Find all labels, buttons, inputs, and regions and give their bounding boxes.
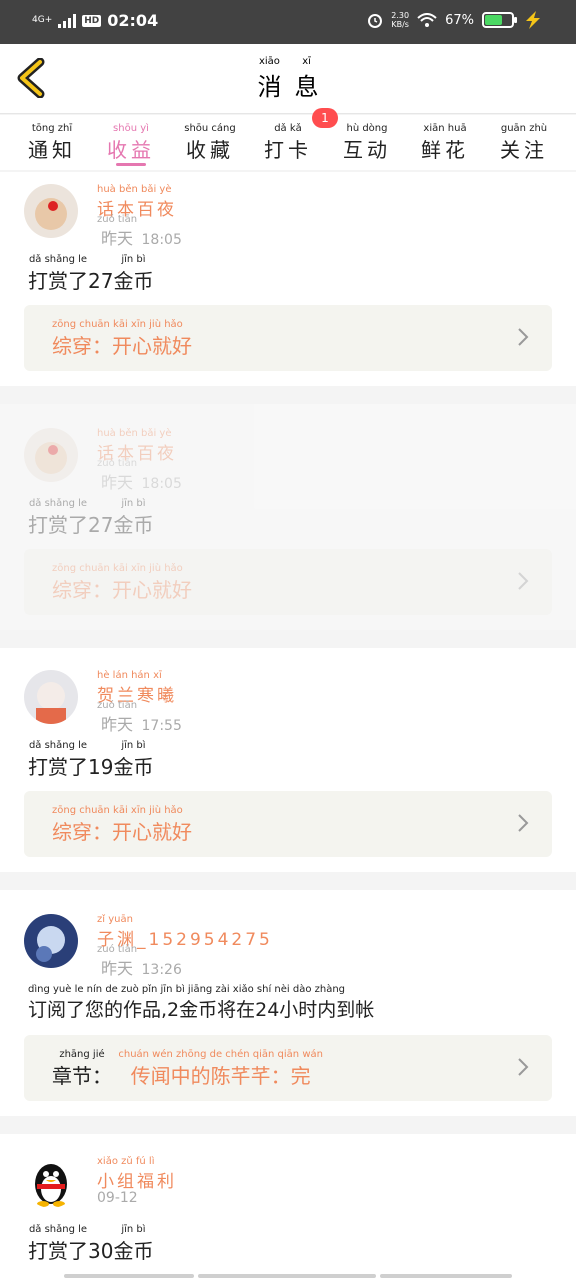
battery-percent: 67%	[445, 12, 474, 28]
message-text: dǎ shǎng le 打赏了 19 jīn bì 金币	[28, 740, 154, 779]
network-speed: 2.30 KB/s	[391, 11, 410, 29]
username[interactable]: xiǎo zǔ fú lì 小组福利	[97, 1156, 177, 1192]
timestamp: zuó tiān 昨天 17:55	[97, 700, 182, 734]
tab-follows[interactable]: guān zhù 关注	[489, 123, 559, 163]
network-type: 4G+	[32, 15, 53, 25]
chevron-right-icon	[518, 1058, 529, 1076]
message-card[interactable]: xiǎo zǔ fú lì 小组福利 09-12 dǎ shǎng le 打赏了 30…	[0, 1134, 576, 1280]
tab-checkin[interactable]: dǎ kǎ 打卡	[253, 123, 323, 163]
tab-favorites[interactable]: shōu cáng 收藏	[175, 123, 245, 163]
avatar[interactable]	[24, 914, 78, 968]
avatar[interactable]	[24, 428, 78, 482]
message-text: dǎ shǎng le 打赏了 30 jīn bì 金币	[28, 1224, 154, 1263]
tab-flowers[interactable]: xiān huā 鲜花	[410, 123, 480, 163]
work-title: zōng chuān kāi xīn jiù hǎo 综穿：开心就好	[52, 563, 192, 602]
tab-bar: tōng zhī 通知 shōu yì 收益 shōu cáng 收藏 dǎ kǎ 打卡…	[0, 115, 576, 170]
signal-icon	[58, 13, 77, 28]
message-text: dìng yuè le nín de zuò pǐn jīn bì jiāng …	[28, 984, 375, 1021]
clock: 02:04	[107, 11, 159, 30]
avatar[interactable]	[24, 184, 78, 238]
work-link[interactable]: zōng chuān kāi xīn jiù hǎo 综穿：开心就好	[24, 791, 552, 857]
message-card[interactable]: huà běn bǎi yè 话本百夜 zuó tiān 昨天 18:05 dǎ s…	[0, 172, 576, 386]
chevron-right-icon	[518, 814, 529, 832]
charging-bolt-icon	[526, 11, 540, 29]
tab-interactions[interactable]: hù dòng 互动	[332, 123, 402, 163]
message-card[interactable]: hè lán hán xī 贺兰寒曦 zuó tiān 昨天 17:55 dǎ sh…	[0, 648, 576, 872]
alarm-icon	[368, 14, 383, 28]
wifi-icon	[417, 13, 437, 27]
tab-earnings[interactable]: shōu yì 收益	[96, 123, 166, 163]
timestamp: 09-12	[97, 1190, 138, 1206]
hd-badge: HD	[82, 14, 102, 27]
app-header: xiāo 消 xī 息	[0, 44, 576, 114]
timestamp: zuó tiān 昨天 13:26	[97, 944, 182, 978]
work-link[interactable]: zōng chuān kāi xīn jiù hǎo 综穿：开心就好	[24, 305, 552, 371]
status-bar: 4G+ HD 02:04 2.30 KB/s 67%	[0, 0, 576, 44]
message-card[interactable]: huà běn bǎi yè 话本百夜 zuó tiān 昨天 18:05 dǎ s…	[0, 404, 576, 630]
message-text: dǎ shǎng le 打赏了 27 jīn bì 金币	[28, 254, 154, 293]
tab-notifications[interactable]: tōng zhī 通知	[17, 123, 87, 163]
avatar[interactable]	[24, 670, 78, 724]
work-link[interactable]: zōng chuān kāi xīn jiù hǎo 综穿：开心就好	[24, 549, 552, 615]
chevron-right-icon	[518, 328, 529, 346]
work-title: zōng chuān kāi xīn jiù hǎo 综穿：开心就好	[52, 319, 192, 358]
message-card[interactable]: zǐ yuān 子渊_152954275 zuó tiān 昨天 13:26 dìn…	[0, 890, 576, 1116]
work-title: zōng chuān kāi xīn jiù hǎo 综穿：开心就好	[52, 805, 192, 844]
qq-penguin-avatar[interactable]	[24, 1154, 78, 1208]
page-title: xiāo 消 xī 息	[257, 56, 319, 101]
battery-icon	[482, 12, 517, 28]
tab-badge: 1	[312, 108, 338, 128]
timestamp: zuó tiān 昨天 18:05	[97, 214, 182, 248]
message-text: dǎ shǎng le 打赏了 27 jīn bì 金币	[28, 498, 154, 537]
chapter-link[interactable]: zhāng jié 章节： chuán wén zhōng de chén qiā…	[24, 1035, 552, 1101]
chapter-title: zhāng jié 章节： chuán wén zhōng de chén qiā…	[52, 1049, 323, 1088]
active-tab-indicator	[116, 163, 146, 166]
timestamp: zuó tiān 昨天 18:05	[97, 458, 182, 492]
chevron-right-icon	[518, 572, 529, 590]
page-scroll-indicator	[64, 1274, 512, 1278]
